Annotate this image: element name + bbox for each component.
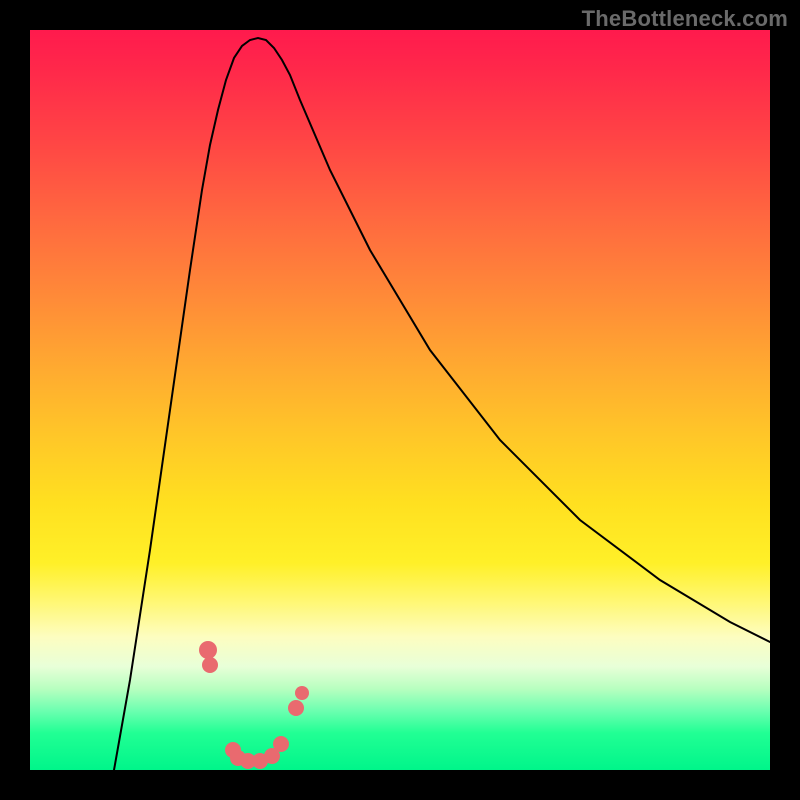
left-dot-1 <box>199 641 217 659</box>
left-dot-2 <box>202 657 218 673</box>
data-markers <box>199 641 309 769</box>
chart-plot-area <box>30 30 770 770</box>
valley-right-2 <box>273 736 289 752</box>
watermark-text: TheBottleneck.com <box>582 6 788 32</box>
right-dot-2 <box>295 686 309 700</box>
chart-svg <box>30 30 770 770</box>
right-dot-1 <box>288 700 304 716</box>
